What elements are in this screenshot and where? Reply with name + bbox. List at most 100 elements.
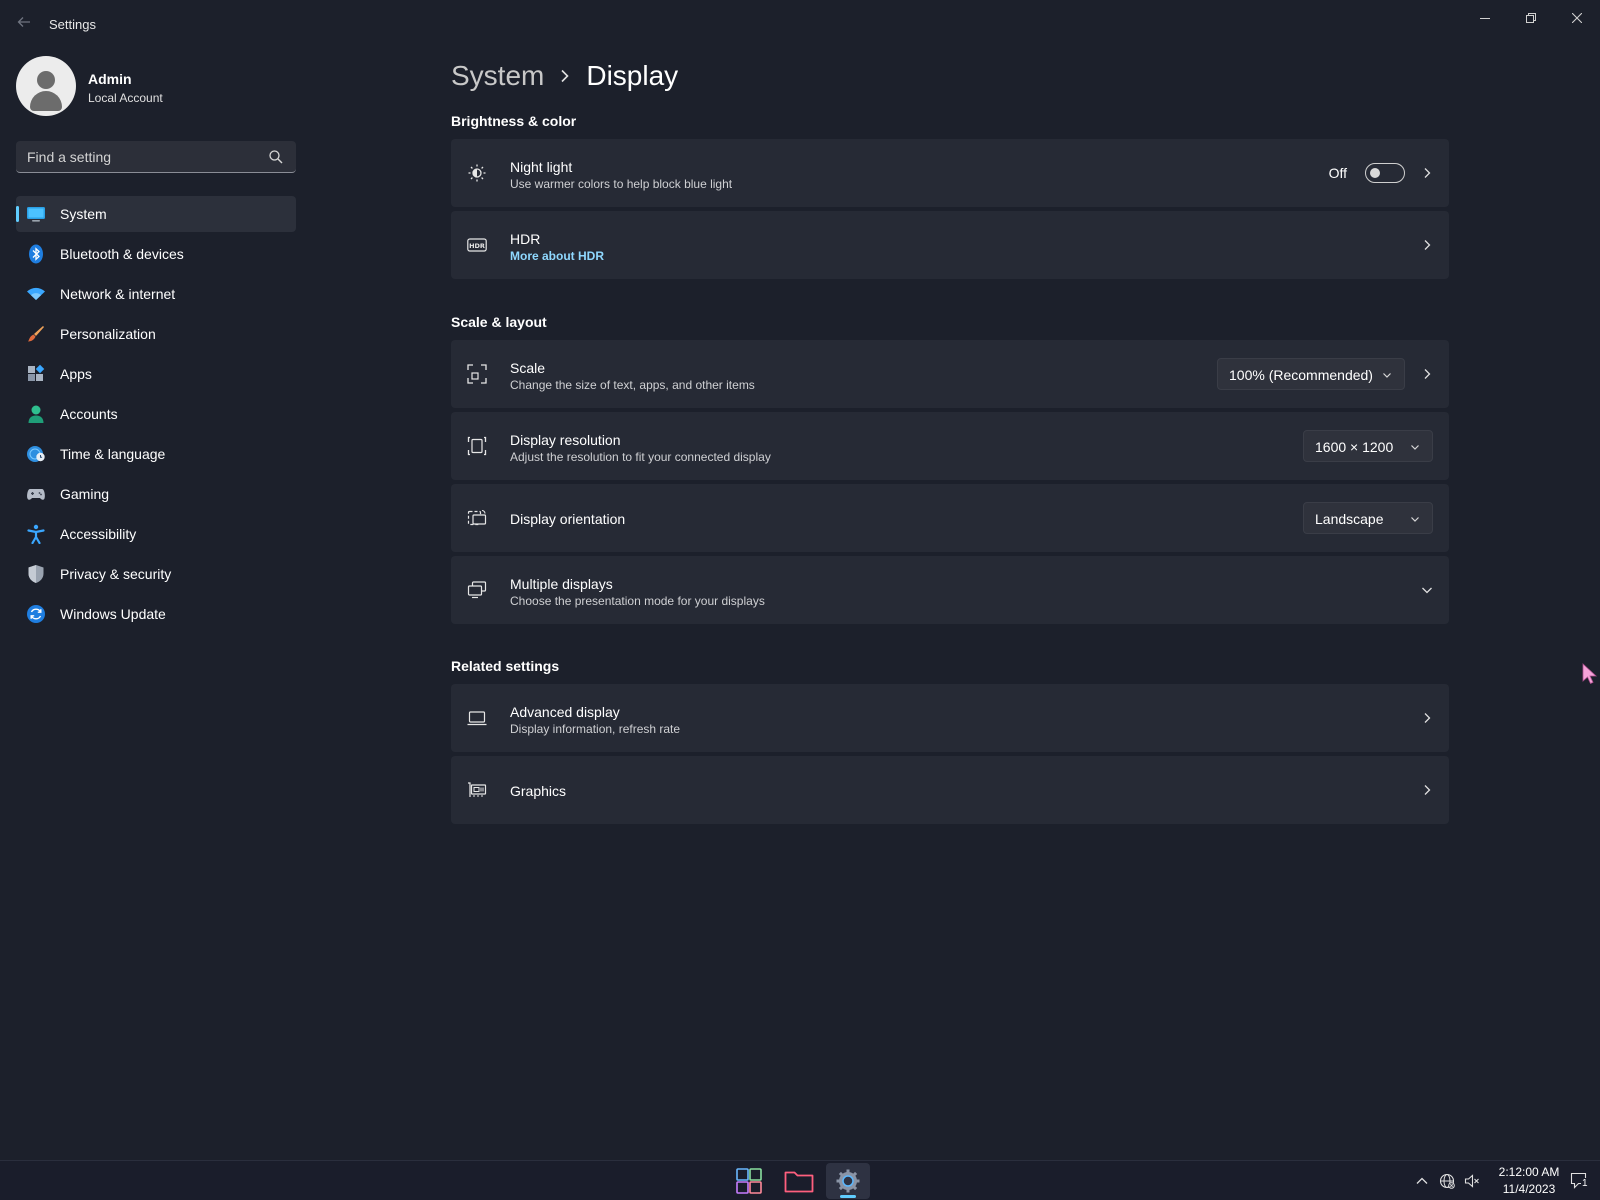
more-about-hdr-link[interactable]: More about HDR xyxy=(510,249,604,263)
orientation-dropdown[interactable]: Landscape xyxy=(1303,502,1433,534)
brush-icon xyxy=(28,326,44,342)
night-light-card[interactable]: Night light Use warmer colors to help bl… xyxy=(451,139,1449,207)
apps-icon xyxy=(28,364,45,381)
section-title-related: Related settings xyxy=(451,658,560,674)
scale-dropdown[interactable]: 100% (Recommended) xyxy=(1217,358,1405,390)
sidebar-item-label: Personalization xyxy=(60,326,156,342)
clock-time: 2:12:00 AM xyxy=(1498,1165,1560,1179)
chevron-right-icon xyxy=(1424,168,1431,178)
accessibility-icon xyxy=(27,524,45,544)
shield-icon xyxy=(28,565,44,583)
section-title-brightness: Brightness & color xyxy=(451,113,577,129)
search-icon[interactable] xyxy=(268,149,284,165)
sidebar-item-label: Apps xyxy=(60,366,92,382)
bluetooth-icon xyxy=(29,244,43,264)
breadcrumb: System Display xyxy=(451,56,678,96)
update-icon xyxy=(27,605,45,623)
graphics-title: Graphics xyxy=(510,783,567,799)
minimize-button[interactable] xyxy=(1462,6,1508,30)
chevron-up-icon[interactable] xyxy=(1414,1173,1430,1189)
sidebar-item-label: Windows Update xyxy=(60,606,166,622)
chevron-right-icon xyxy=(561,69,569,83)
notification-button[interactable]: 1 xyxy=(1570,1172,1590,1190)
sidebar-item-label: Accounts xyxy=(60,406,118,422)
sidebar-nav: System Bluetooth & devices Network & int… xyxy=(16,196,296,636)
advanced-display-card[interactable]: Advanced display Display information, re… xyxy=(451,684,1449,752)
user-profile[interactable]: Admin Local Account xyxy=(16,56,296,118)
clock-date: 11/4/2023 xyxy=(1502,1182,1556,1196)
sidebar-item-label: Gaming xyxy=(60,486,110,502)
wifi-icon xyxy=(27,287,45,300)
hdr-icon: HDR xyxy=(467,238,487,252)
start-button[interactable] xyxy=(727,1163,771,1199)
file-explorer-button[interactable] xyxy=(777,1163,821,1199)
graphics-card-icon xyxy=(468,782,487,797)
hdr-card[interactable]: HDR HDR More about HDR xyxy=(451,211,1449,279)
sidebar-item-apps[interactable]: Apps xyxy=(16,356,296,392)
advanced-display-title: Advanced display xyxy=(510,704,620,720)
search-input[interactable] xyxy=(16,141,256,172)
monitor-icon xyxy=(27,207,45,222)
close-icon xyxy=(1572,13,1582,23)
sidebar-item-gaming[interactable]: Gaming xyxy=(16,476,296,512)
restore-icon xyxy=(1526,13,1536,23)
window-title: Settings xyxy=(49,17,96,32)
sidebar-item-system[interactable]: System xyxy=(16,196,296,232)
volume-muted-icon[interactable] xyxy=(1464,1173,1480,1189)
chevron-down-icon xyxy=(1411,445,1419,450)
page-title: Display xyxy=(586,60,679,91)
night-light-subtitle: Use warmer colors to help block blue lig… xyxy=(510,177,733,191)
svg-text:HDR: HDR xyxy=(469,242,485,250)
sidebar-item-label: System xyxy=(60,206,107,222)
search-box xyxy=(16,141,296,173)
sidebar-item-label: Time & language xyxy=(60,446,166,462)
chevron-down-icon xyxy=(1422,587,1432,594)
sidebar-item-accounts[interactable]: Accounts xyxy=(16,396,296,432)
sidebar-item-privacy[interactable]: Privacy & security xyxy=(16,556,296,592)
resolution-dropdown[interactable]: 1600 × 1200 xyxy=(1303,430,1433,462)
avatar xyxy=(16,56,76,116)
settings-taskbar-button[interactable] xyxy=(826,1163,870,1199)
file-explorer-icon xyxy=(784,1171,814,1193)
taskbar-clock[interactable]: 2:12:00 AM 11/4/2023 xyxy=(1487,1164,1571,1198)
globe-clock-icon xyxy=(27,446,45,462)
gamepad-icon xyxy=(27,489,45,500)
restore-button[interactable] xyxy=(1508,6,1554,30)
display-orientation-card: Display orientation Landscape xyxy=(451,484,1449,552)
sidebar-item-label: Privacy & security xyxy=(60,566,172,582)
sidebar-item-time-language[interactable]: Time & language xyxy=(16,436,296,472)
close-button[interactable] xyxy=(1554,6,1600,30)
chevron-right-icon xyxy=(1424,713,1431,723)
display-resolution-title: Display resolution xyxy=(510,432,621,448)
night-light-icon xyxy=(468,164,486,182)
night-light-toggle[interactable] xyxy=(1365,163,1405,183)
orientation-value: Landscape xyxy=(1315,511,1384,527)
sidebar-item-windows-update[interactable]: Windows Update xyxy=(16,596,296,632)
multiple-displays-subtitle: Choose the presentation mode for your di… xyxy=(510,594,765,608)
multiple-displays-title: Multiple displays xyxy=(510,576,613,592)
sidebar-item-personalization[interactable]: Personalization xyxy=(16,316,296,352)
hdr-title: HDR xyxy=(510,231,541,247)
night-light-toggle-state: Off xyxy=(1328,165,1347,181)
chevron-down-icon xyxy=(1383,373,1391,378)
multiple-displays-icon xyxy=(467,581,487,599)
sidebar-item-network[interactable]: Network & internet xyxy=(16,276,296,312)
person-icon xyxy=(28,405,44,423)
notification-count-badge: 1 xyxy=(1581,1178,1589,1189)
sidebar-item-bluetooth[interactable]: Bluetooth & devices xyxy=(16,236,296,272)
scale-value: 100% (Recommended) xyxy=(1229,367,1373,383)
chevron-right-icon xyxy=(1424,785,1431,795)
scale-icon xyxy=(467,364,487,384)
breadcrumb-separator xyxy=(560,69,570,83)
breadcrumb-parent[interactable]: System xyxy=(451,60,544,92)
back-button[interactable] xyxy=(14,14,34,34)
multiple-displays-card[interactable]: Multiple displays Choose the presentatio… xyxy=(451,556,1449,624)
scale-card[interactable]: Scale Change the size of text, apps, and… xyxy=(451,340,1449,408)
chevron-right-icon xyxy=(1424,240,1431,250)
network-globe-icon[interactable] xyxy=(1439,1173,1455,1189)
sidebar-item-accessibility[interactable]: Accessibility xyxy=(16,516,296,552)
account-type: Local Account xyxy=(88,91,163,105)
taskbar: 2:12:00 AM 11/4/2023 1 xyxy=(0,1160,1600,1200)
graphics-card[interactable]: Graphics xyxy=(451,756,1449,824)
display-resolution-subtitle: Adjust the resolution to fit your connec… xyxy=(510,450,771,464)
